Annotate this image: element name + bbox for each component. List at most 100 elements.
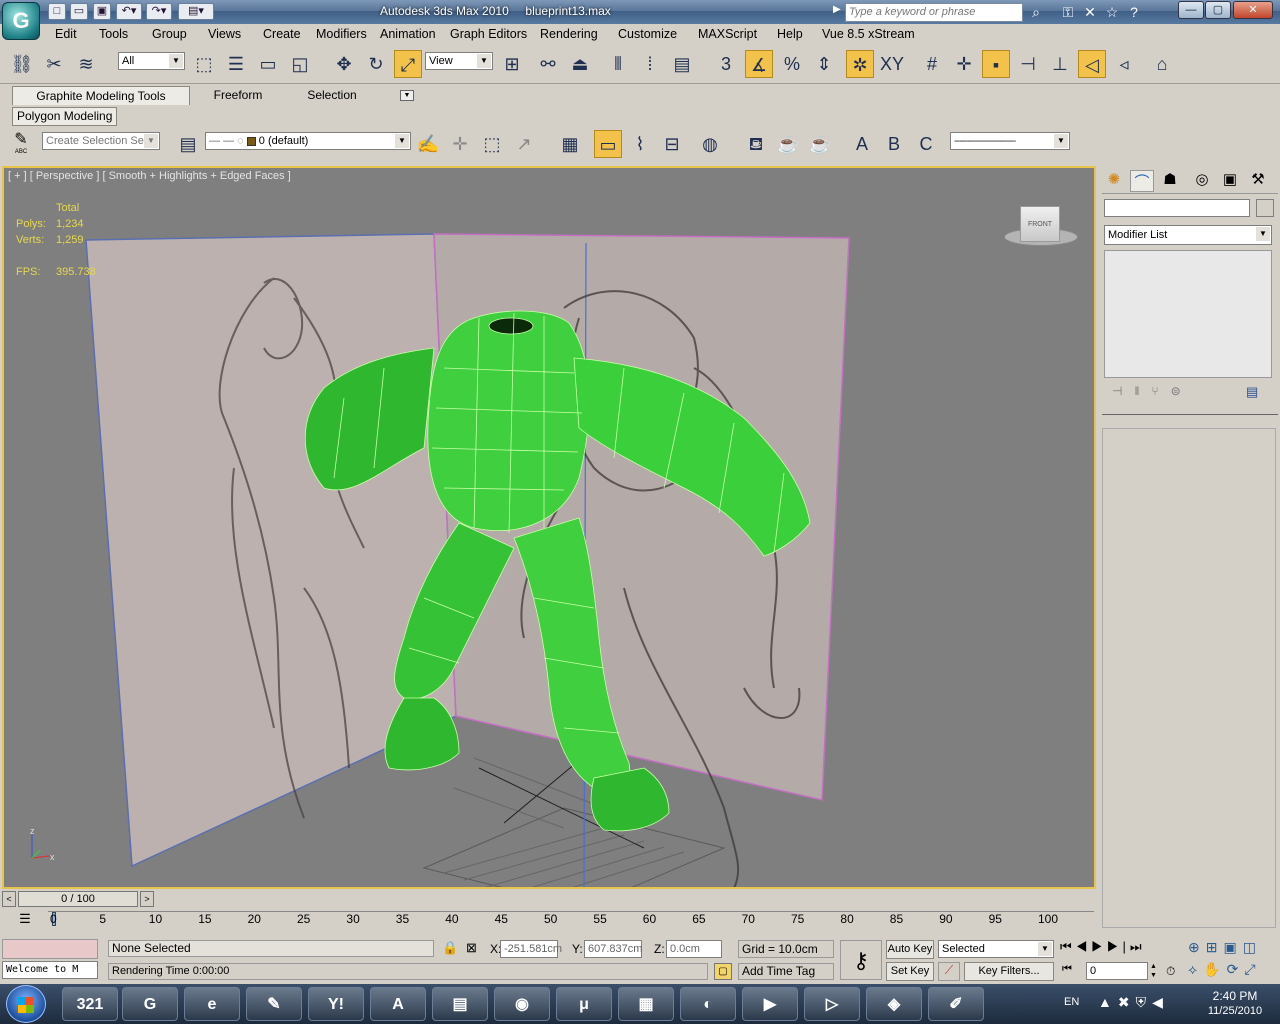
bind-space-warp-icon[interactable]: ≋ — [72, 50, 100, 78]
utilities-tab-icon[interactable]: ⚒ — [1246, 170, 1270, 192]
taskbar-app-button[interactable]: ▶ — [742, 987, 798, 1021]
app-logo-button[interactable]: G — [2, 2, 40, 40]
object-name-input[interactable] — [1104, 199, 1250, 217]
pivot-snap-icon[interactable]: ✛ — [950, 50, 978, 78]
edge-snap-icon[interactable]: ◁ — [1078, 50, 1106, 78]
unlink-icon[interactable]: ✂ — [40, 50, 68, 78]
layer-manager-icon[interactable]: ▤ — [174, 130, 202, 158]
close-button[interactable]: ✕ — [1233, 1, 1273, 19]
vertex-snap-icon[interactable]: ▪ — [982, 50, 1010, 78]
pivot-point-center-icon[interactable]: ⊞ — [498, 50, 526, 78]
y-coordinate-input[interactable]: 607.837cm — [584, 940, 642, 958]
select-c-icon[interactable]: C — [912, 130, 940, 158]
scene-explorer-icon[interactable]: ▦ — [556, 130, 584, 158]
grid-snap-icon[interactable]: # — [918, 50, 946, 78]
clock-date[interactable]: 11/25/2010 — [1200, 1005, 1270, 1017]
material-editor-icon[interactable]: ◍ — [696, 130, 724, 158]
minimize-button[interactable]: — — [1178, 1, 1204, 19]
select-b-icon[interactable]: B — [880, 130, 908, 158]
window-crossing-icon[interactable]: ◱ — [286, 50, 314, 78]
communication-center-icon[interactable]: ✕ — [1080, 3, 1100, 21]
default-in-out-tangents-icon[interactable]: ⟋ — [938, 962, 960, 981]
menu-vue-xstream[interactable]: Vue 8.5 xStream — [822, 27, 915, 41]
layer-dropdown[interactable]: — — ◌ 0 (default) ▼ — [205, 132, 411, 150]
select-object-icon[interactable]: ⬚ — [190, 50, 218, 78]
lock-selection-icon[interactable]: 🔒 — [442, 940, 458, 956]
set-current-layer-icon[interactable]: ↗ — [510, 130, 538, 158]
motion-tab-icon[interactable]: ◎ — [1190, 170, 1214, 192]
menu-group[interactable]: Group — [152, 27, 187, 41]
modify-tab-icon[interactable]: ⌒ — [1130, 170, 1154, 192]
clock-time[interactable]: 2:40 PM — [1200, 989, 1270, 1003]
expand-arrow-icon[interactable]: ▶ — [833, 4, 841, 15]
viewcube[interactable]: FRONT — [1020, 206, 1060, 242]
mirror-icon[interactable]: ⫴ — [604, 50, 632, 78]
hierarchy-tab-icon[interactable]: ☗ — [1158, 170, 1182, 192]
taskbar-app-button[interactable]: ✎ — [246, 987, 302, 1021]
spinner-snap-icon[interactable]: ⇕ — [810, 50, 838, 78]
stack-controls[interactable]: ⊣‖⑂⊜ — [1112, 384, 1193, 398]
dope-sheet-icon[interactable]: ⊟ — [658, 130, 686, 158]
select-manipulate-icon[interactable]: ⚯ — [534, 50, 562, 78]
midpoint-snap-icon[interactable]: ⊥ — [1046, 50, 1074, 78]
snap-options-icon[interactable]: ✲ — [846, 50, 874, 78]
project-folder-icon[interactable]: ▤▾ — [178, 3, 214, 20]
object-color-swatch[interactable] — [1256, 199, 1274, 217]
render-production-icon[interactable]: ☕ — [774, 130, 802, 158]
menu-graph-editors[interactable]: Graph Editors — [450, 27, 527, 41]
layer-manager-icon[interactable]: ▤ — [668, 50, 696, 78]
select-in-layer-icon[interactable]: ⬚ — [478, 130, 506, 158]
create-layer-icon[interactable]: ✍ — [414, 130, 442, 158]
taskbar-app-button[interactable]: ✐ — [928, 987, 984, 1021]
scale-icon[interactable]: ⤢ — [394, 50, 422, 78]
edit-named-selection-icon[interactable]: ✎ ABC — [8, 131, 34, 159]
maximize-button[interactable]: ▢ — [1205, 1, 1231, 19]
open-file-icon[interactable]: ▭ — [70, 3, 88, 20]
menu-maxscript[interactable]: MAXScript — [698, 27, 757, 41]
set-key-big-icon[interactable]: ⚷ — [840, 940, 882, 980]
keyboard-shortcut-override-icon[interactable]: ⏏ — [566, 50, 594, 78]
menu-create[interactable]: Create — [263, 27, 301, 41]
taskbar-app-button[interactable]: Y! — [308, 987, 364, 1021]
menu-modifiers[interactable]: Modifiers — [316, 27, 367, 41]
select-a-icon[interactable]: A — [848, 130, 876, 158]
maxscript-listener-output[interactable] — [2, 939, 98, 959]
perspective-viewport[interactable]: [ + ] [ Perspective ] [ Smooth + Highlig… — [2, 166, 1096, 889]
taskbar-app-button[interactable]: ▦ — [618, 987, 674, 1021]
curve-editor-icon[interactable]: ⌇ — [626, 130, 654, 158]
binoculars-icon[interactable]: ⌕ — [1026, 3, 1046, 21]
taskbar-app-button[interactable]: ◈ — [866, 987, 922, 1021]
x-coordinate-input[interactable]: -251.581cm — [500, 940, 562, 958]
favorites-icon[interactable]: ☆ — [1102, 3, 1122, 21]
frame-spinner-icon[interactable]: ▲ ▼ — [1150, 962, 1160, 980]
taskbar-app-button[interactable]: ▷ — [804, 987, 860, 1021]
start-button[interactable] — [6, 985, 46, 1023]
xy-constraint-icon[interactable]: XY — [878, 50, 906, 78]
menu-help[interactable]: Help — [777, 27, 803, 41]
add-time-tag-button[interactable]: Add Time Tag — [738, 963, 834, 980]
select-and-link-icon[interactable]: ⛓ — [8, 50, 36, 78]
save-file-icon[interactable]: ▣ — [93, 3, 111, 20]
key-filters-button[interactable]: Key Filters... — [964, 962, 1054, 981]
next-frame-icon[interactable]: > — [140, 891, 154, 907]
move-icon[interactable]: ✥ — [330, 50, 358, 78]
track-bar-toggle-icon[interactable]: ☰ — [14, 911, 36, 931]
current-frame-input[interactable]: 0 — [1086, 962, 1148, 980]
quick-render-icon[interactable]: ☕ — [806, 130, 834, 158]
menu-customize[interactable]: Customize — [618, 27, 677, 41]
set-key-button[interactable]: Set Key — [886, 962, 934, 981]
new-file-icon[interactable]: □ — [48, 3, 66, 20]
menu-tools[interactable]: Tools — [99, 27, 128, 41]
manage-layers-icon[interactable]: ▭ — [594, 130, 622, 158]
taskbar-app-button[interactable]: ◐ — [680, 987, 736, 1021]
modifier-stack[interactable] — [1104, 250, 1272, 378]
search-input[interactable]: Type a keyword or phrase — [845, 3, 1023, 22]
create-selection-set-input[interactable]: Create Selection Se ▼ — [42, 132, 160, 150]
taskbar-app-button[interactable]: ◉ — [494, 987, 550, 1021]
auto-key-button[interactable]: Auto Key — [886, 940, 934, 959]
playback-controls[interactable]: ⏮◀▶▶|⏭ — [1060, 939, 1180, 955]
viewport-navigation-bottom[interactable]: ⟡✋⟳⤢ — [1188, 961, 1278, 978]
taskbar-app-button[interactable]: μ — [556, 987, 612, 1021]
create-tab-icon[interactable]: ✺ — [1102, 170, 1126, 192]
absolute-transform-icon[interactable]: ⊠ — [466, 940, 477, 956]
